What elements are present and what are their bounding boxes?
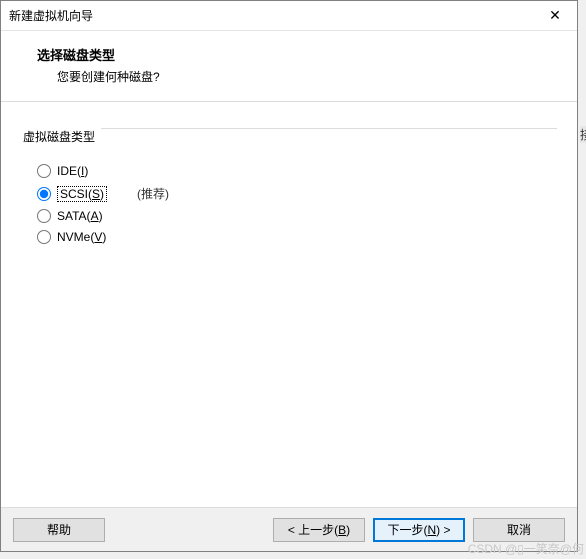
radio-sata-input[interactable]: [37, 209, 51, 223]
watermark: CSDN @▯一笑奈@何: [468, 540, 584, 557]
radio-nvme-label: NVMe(V): [57, 230, 106, 244]
window-title: 新建虚拟机向导: [9, 7, 535, 24]
radio-nvme[interactable]: NVMe(V): [37, 230, 557, 244]
radio-nvme-input[interactable]: [37, 230, 51, 244]
wizard-window: 新建虚拟机向导 ✕ 选择磁盘类型 您要创建何种磁盘? 虚拟磁盘类型 IDE(I)…: [0, 0, 578, 552]
cropped-edge-text: 接: [580, 126, 586, 143]
help-button[interactable]: 帮助: [13, 518, 105, 542]
radio-ide-label: IDE(I): [57, 164, 88, 178]
cancel-button[interactable]: 取消: [473, 518, 565, 542]
wizard-content: 虚拟磁盘类型 IDE(I) SCSI(S) (推荐): [1, 102, 577, 507]
page-title: 选择磁盘类型: [37, 45, 561, 64]
disk-type-options: IDE(I) SCSI(S) (推荐) SATA(A): [21, 145, 557, 244]
radio-sata-label: SATA(A): [57, 209, 103, 223]
next-button[interactable]: 下一步(N) >: [373, 518, 465, 542]
wizard-header: 选择磁盘类型 您要创建何种磁盘?: [1, 31, 577, 102]
radio-ide-input[interactable]: [37, 164, 51, 178]
close-icon[interactable]: ✕: [535, 2, 575, 30]
radio-sata[interactable]: SATA(A): [37, 209, 557, 223]
radio-scsi-label: SCSI(S): [57, 186, 107, 202]
back-button[interactable]: < 上一步(B): [273, 518, 365, 542]
radio-scsi[interactable]: SCSI(S) (推荐): [37, 185, 557, 202]
page-subtitle: 您要创建何种磁盘?: [37, 68, 561, 85]
radio-scsi-input[interactable]: [37, 187, 51, 201]
radio-ide[interactable]: IDE(I): [37, 164, 557, 178]
group-title: 虚拟磁盘类型: [21, 128, 101, 145]
disk-type-group: 虚拟磁盘类型 IDE(I) SCSI(S) (推荐): [21, 120, 557, 263]
recommended-label: (推荐): [137, 185, 169, 202]
titlebar: 新建虚拟机向导 ✕: [1, 1, 577, 31]
